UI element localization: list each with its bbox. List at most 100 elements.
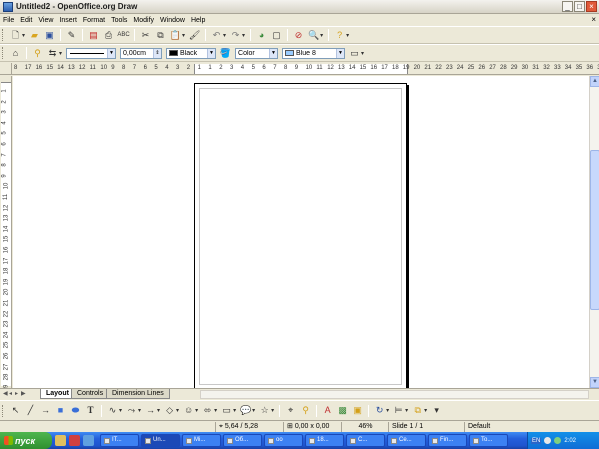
taskbar-button[interactable]: Un... xyxy=(141,434,180,447)
tab-first-icon[interactable]: ◀ xyxy=(3,390,8,397)
taskbar-button[interactable]: IT... xyxy=(100,434,139,447)
flowchart-icon[interactable]: ▭ xyxy=(220,404,233,417)
taskbar-button[interactable]: oo xyxy=(264,434,303,447)
lines-arrows-dropdown-icon[interactable]: ▾ xyxy=(157,407,160,414)
curve-dropdown-icon[interactable]: ▾ xyxy=(119,407,122,414)
toolbar-grip[interactable] xyxy=(2,404,5,417)
minimize-button[interactable]: _ xyxy=(562,1,573,12)
alignment-dropdown-icon[interactable]: ▾ xyxy=(405,407,408,414)
callouts-icon[interactable]: 💬 xyxy=(239,404,252,417)
block-arrows-dropdown-icon[interactable]: ▾ xyxy=(214,407,217,414)
toolbar-options-icon[interactable]: ▾ xyxy=(361,50,364,57)
symbol-shapes-dropdown-icon[interactable]: ▾ xyxy=(195,407,198,414)
taskbar-button[interactable]: Се... xyxy=(387,434,426,447)
tab-dimension-lines[interactable]: Dimension Lines xyxy=(106,389,170,399)
document-close-icon[interactable]: × xyxy=(591,15,596,24)
scroll-down-button[interactable]: ▼ xyxy=(590,377,599,388)
toolbar-options-icon[interactable]: ▾ xyxy=(430,404,443,417)
toolbar-grip[interactable] xyxy=(2,29,5,41)
tab-prev-icon[interactable]: ◂ xyxy=(9,390,12,397)
save-icon[interactable]: ▣ xyxy=(43,29,56,42)
symbol-shapes-icon[interactable]: ☺ xyxy=(182,404,195,417)
fill-color-select[interactable]: Blue 8 ▼ xyxy=(282,47,346,59)
menu-format[interactable]: Format xyxy=(80,17,108,24)
new-dropdown-icon[interactable]: ▾ xyxy=(22,32,25,39)
spellcheck-icon[interactable]: ABC xyxy=(117,29,130,42)
menu-insert[interactable]: Insert xyxy=(56,17,80,24)
connector-tool-icon[interactable]: ⤳ xyxy=(125,404,138,417)
text-tool-icon[interactable]: T xyxy=(84,404,97,417)
styles-icon[interactable]: ⌂ xyxy=(9,47,22,60)
quicklaunch-app-icon[interactable] xyxy=(55,435,66,446)
print-icon[interactable]: ⎙ xyxy=(102,29,115,42)
taskbar-button[interactable]: C... xyxy=(346,434,385,447)
arrange-dropdown-icon[interactable]: ▾ xyxy=(424,407,427,414)
edit-file-icon[interactable]: ✎ xyxy=(65,29,78,42)
help-icon[interactable]: ? xyxy=(333,29,346,42)
rotate-icon[interactable]: ↻ xyxy=(373,404,386,417)
rotate-dropdown-icon[interactable]: ▾ xyxy=(386,407,389,414)
quicklaunch-app-icon[interactable] xyxy=(69,435,80,446)
glue-points-icon[interactable]: ⚲ xyxy=(299,404,312,417)
line-icon[interactable]: ⚲ xyxy=(31,47,44,60)
scroll-up-button[interactable]: ▲ xyxy=(590,76,599,87)
basic-shapes-icon[interactable]: ◇ xyxy=(163,404,176,417)
menu-view[interactable]: View xyxy=(35,17,56,24)
new-document-icon[interactable]: 🗋 xyxy=(9,29,22,42)
basic-shapes-dropdown-icon[interactable]: ▾ xyxy=(176,407,179,414)
start-button[interactable]: пуск xyxy=(0,432,52,449)
quicklaunch-app-icon[interactable] xyxy=(83,435,94,446)
alignment-icon[interactable]: ⊨ xyxy=(392,404,405,417)
language-indicator[interactable]: EN xyxy=(531,437,542,444)
tab-last-icon[interactable]: ▶ xyxy=(21,390,26,397)
line-tool-icon[interactable]: ╱ xyxy=(24,404,37,417)
connector-dropdown-icon[interactable]: ▾ xyxy=(138,407,141,414)
taskbar-button[interactable]: Об... xyxy=(223,434,262,447)
taskbar-button[interactable]: Fin... xyxy=(428,434,467,447)
toolbar-options-icon[interactable]: ▾ xyxy=(346,32,349,39)
maximize-button[interactable]: □ xyxy=(574,1,585,12)
redo-icon[interactable]: ↷ xyxy=(229,29,242,42)
callouts-dropdown-icon[interactable]: ▾ xyxy=(252,407,255,414)
lines-arrows-tool-icon[interactable]: → xyxy=(144,404,157,417)
line-width-field[interactable]: 0,00cm ⇕ xyxy=(120,47,163,59)
cut-icon[interactable]: ✂ xyxy=(139,29,152,42)
show-draw-functions-icon[interactable]: ▢ xyxy=(270,29,283,42)
taskbar-button[interactable]: To... xyxy=(469,434,508,447)
redo-dropdown-icon[interactable]: ▾ xyxy=(242,32,245,39)
menu-tools[interactable]: Tools xyxy=(108,17,130,24)
line-arrow-tool-icon[interactable]: → xyxy=(39,404,52,417)
tab-controls[interactable]: Controls xyxy=(71,389,110,399)
vertical-scrollbar[interactable]: ▲ ▼ xyxy=(589,76,599,388)
paste-icon[interactable]: 📋 xyxy=(169,29,182,42)
menu-window[interactable]: Window xyxy=(157,17,188,24)
undo-icon[interactable]: ↶ xyxy=(210,29,223,42)
menu-help[interactable]: Help xyxy=(188,17,208,24)
curve-tool-icon[interactable]: ∿ xyxy=(106,404,119,417)
ellipse-tool-icon[interactable]: ⬬ xyxy=(69,404,82,417)
navigator-icon[interactable]: ⊘ xyxy=(292,29,305,42)
tab-next-icon[interactable]: ▸ xyxy=(15,390,18,397)
menu-edit[interactable]: Edit xyxy=(17,17,35,24)
arrange-icon[interactable]: ⧉ xyxy=(411,404,424,417)
stars-icon[interactable]: ☆ xyxy=(258,404,271,417)
horizontal-scrollbar[interactable] xyxy=(200,390,589,399)
vertical-ruler[interactable]: 1 2 3 4 5 6 7 8 9 10 11 12 13 14 15 16 17 18 19 20 21 22 23 24 2… xyxy=(0,76,12,388)
line-color-select[interactable]: Black ▼ xyxy=(166,47,217,59)
tray-icon[interactable] xyxy=(544,437,552,444)
zoom-icon[interactable]: 🔍 xyxy=(307,29,320,42)
status-zoom[interactable]: 46% xyxy=(341,422,386,432)
copy-icon[interactable]: ⧉ xyxy=(154,29,167,42)
gallery-icon[interactable]: ▣ xyxy=(351,404,364,417)
menu-file[interactable]: File xyxy=(0,17,17,24)
toolbar-grip[interactable] xyxy=(2,47,5,59)
arrow-style-dropdown-icon[interactable]: ▾ xyxy=(59,50,62,57)
rectangle-tool-icon[interactable]: ■ xyxy=(54,404,67,417)
arrow-style-icon[interactable]: ⇆ xyxy=(46,47,59,60)
export-pdf-icon[interactable]: ▤ xyxy=(87,29,100,42)
menu-modify[interactable]: Modify xyxy=(130,17,157,24)
line-style-select[interactable]: ▼ xyxy=(66,47,117,59)
open-icon[interactable]: ▰ xyxy=(28,29,41,42)
undo-dropdown-icon[interactable]: ▾ xyxy=(223,32,226,39)
tray-icon[interactable] xyxy=(554,437,562,444)
